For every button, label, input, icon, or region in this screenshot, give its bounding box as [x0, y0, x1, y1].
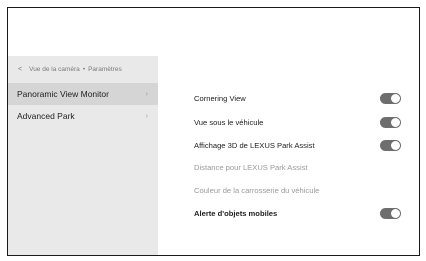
sidebar-item-label: Advanced Park	[17, 111, 75, 121]
setting-label: Distance pour LEXUS Park Assist	[194, 162, 308, 172]
sidebar: < Vue de la caméra • Paramètres Panorami…	[8, 56, 158, 255]
vue-sous-le-vehicule-toggle[interactable]	[380, 116, 401, 128]
setting-label: Couleur de la carrosserie du véhicule	[194, 185, 320, 195]
breadcrumb-separator: •	[82, 66, 86, 73]
setting-label: Alerte d'objets mobiles	[194, 208, 278, 218]
breadcrumb-current: Paramètres	[88, 66, 122, 73]
toggle-knob	[391, 93, 400, 103]
breadcrumb[interactable]: < Vue de la caméra • Paramètres	[8, 56, 158, 83]
setting-row-couleur-carrosserie: Couleur de la carrosserie du véhicule	[194, 182, 401, 198]
sidebar-item-panoramic-view-monitor[interactable]: Panoramic View Monitor ›	[8, 83, 158, 105]
cornering-view-toggle[interactable]	[380, 92, 401, 104]
chevron-right-icon: ›	[145, 90, 148, 98]
toggle-knob	[391, 117, 400, 127]
setting-label: Cornering View	[194, 93, 246, 103]
setting-label: Affichage 3D de LEXUS Park Assist	[194, 140, 315, 150]
setting-row-cornering-view[interactable]: Cornering View	[194, 90, 401, 106]
setting-row-affichage-3d[interactable]: Affichage 3D de LEXUS Park Assist	[194, 137, 401, 153]
chevron-right-icon: ›	[145, 112, 148, 120]
toggle-knob	[391, 208, 400, 218]
sidebar-item-advanced-park[interactable]: Advanced Park ›	[8, 105, 158, 127]
alerte-objets-mobiles-toggle[interactable]	[380, 207, 401, 219]
breadcrumb-parent[interactable]: Vue de la caméra	[29, 66, 80, 73]
setting-row-alerte-objets-mobiles[interactable]: Alerte d'objets mobiles	[194, 205, 401, 221]
setting-row-distance-park-assist: Distance pour LEXUS Park Assist	[194, 159, 401, 175]
settings-panel: Cornering View Vue sous le véhicule Affi…	[158, 56, 419, 255]
back-chevron-icon[interactable]: <	[18, 66, 22, 73]
setting-row-vue-sous-le-vehicule[interactable]: Vue sous le véhicule	[194, 114, 401, 130]
affichage-3d-toggle[interactable]	[380, 139, 401, 151]
setting-label: Vue sous le véhicule	[194, 117, 264, 127]
toggle-knob	[391, 140, 400, 150]
sidebar-item-label: Panoramic View Monitor	[17, 89, 109, 99]
screen-frame: < Vue de la caméra • Paramètres Panorami…	[7, 7, 420, 256]
